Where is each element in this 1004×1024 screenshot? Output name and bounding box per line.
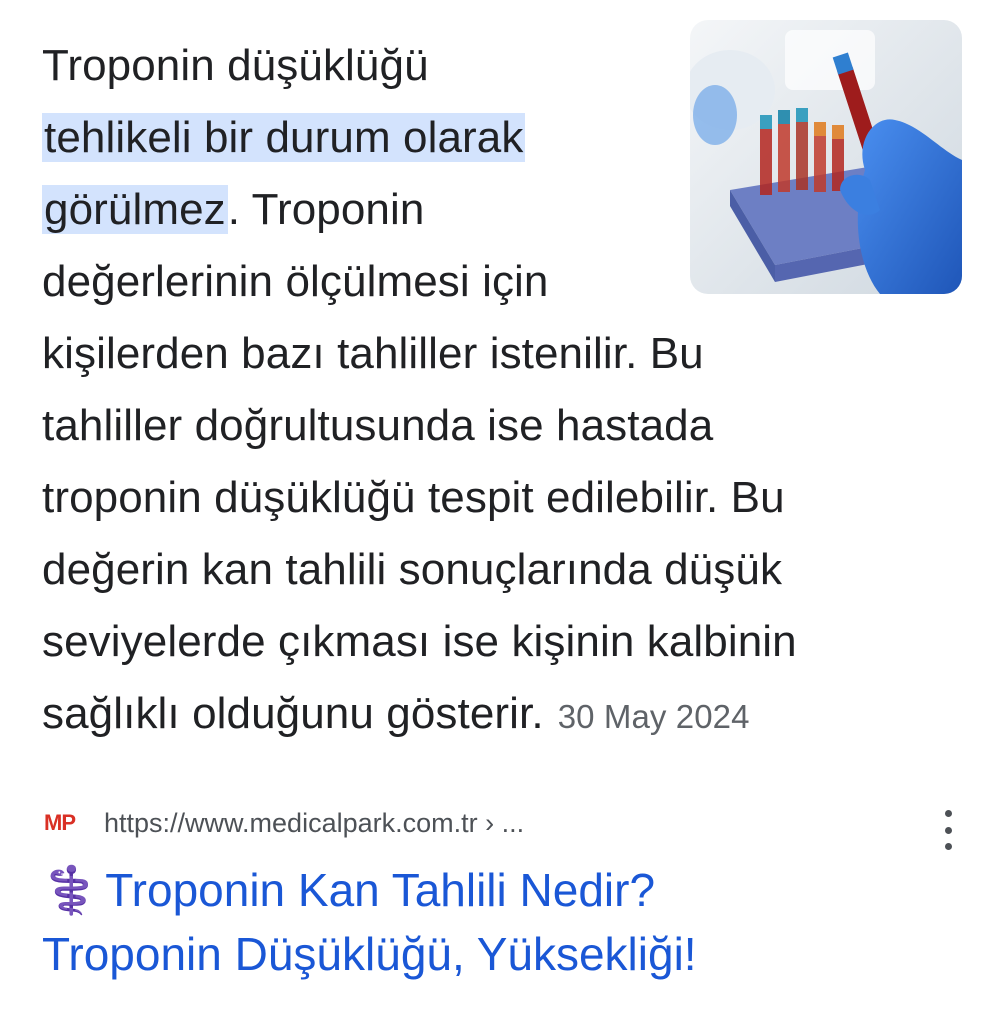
result-title-line-2: Troponin Düşüklüğü, Yüksekliği! — [42, 922, 962, 986]
snippet-line-9: seviyelerde çıkması ise kişinin kalbinin — [42, 606, 942, 678]
snippet-text: tahliller doğrultusunda ise hastada — [42, 401, 714, 450]
snippet-date: 30 May 2024 — [557, 698, 750, 735]
snippet-line-6: tahliller doğrultusunda ise hastada — [42, 390, 942, 462]
medical-symbol-icon: ⚕️ — [42, 864, 100, 916]
snippet-text: troponin düşüklüğü tespit edilebilir. Bu — [42, 473, 785, 522]
snippet-text: değerlerinin ölçülmesi için — [42, 257, 549, 306]
snippet-text: . Troponin — [227, 185, 425, 234]
snippet-highlight: tehlikeli bir durum olarak — [42, 113, 526, 162]
snippet-text: Troponin düşüklüğü — [42, 41, 429, 90]
snippet-line-8: değerin kan tahlili sonuçlarında düşük — [42, 534, 942, 606]
snippet-text: değerin kan tahlili sonuçlarında düşük — [42, 545, 783, 594]
snippet-highlight: görülmez — [42, 185, 228, 234]
more-vert-icon[interactable] — [936, 810, 960, 850]
blood-test-tubes-image[interactable] — [690, 20, 962, 294]
dot — [944, 843, 952, 850]
result-source[interactable]: MP https://www.medicalpark.com.tr › ... — [42, 808, 962, 850]
result-title-text[interactable]: Troponin Düşüklüğü, Yüksekliği! — [42, 928, 697, 980]
snippet-text: kişilerden bazı tahliller istenilir. Bu — [42, 329, 704, 378]
result-title-line-1: ⚕️ Troponin Kan Tahlili Nedir? — [42, 858, 962, 922]
result-title-link[interactable]: ⚕️ Troponin Kan Tahlili Nedir? Troponin D… — [42, 858, 962, 986]
snippet-text: seviyelerde çıkması ise kişinin kalbinin — [42, 617, 797, 666]
snippet-line-5: kişilerden bazı tahliller istenilir. Bu — [42, 318, 942, 390]
result-url[interactable]: https://www.medicalpark.com.tr › ... — [104, 808, 524, 839]
dot — [944, 826, 952, 834]
snippet-line-7: troponin düşüklüğü tespit edilebilir. Bu — [42, 462, 942, 534]
site-favicon: MP — [44, 810, 76, 835]
result-title-text[interactable]: Troponin Kan Tahlili Nedir? — [105, 864, 655, 916]
snippet-text: sağlıklı olduğunu gösterir. — [42, 689, 544, 738]
dot — [944, 810, 952, 817]
snippet-line-10: sağlıklı olduğunu gösterir. 30 May 2024 — [42, 678, 942, 750]
thumbnail-illustration — [690, 20, 962, 294]
